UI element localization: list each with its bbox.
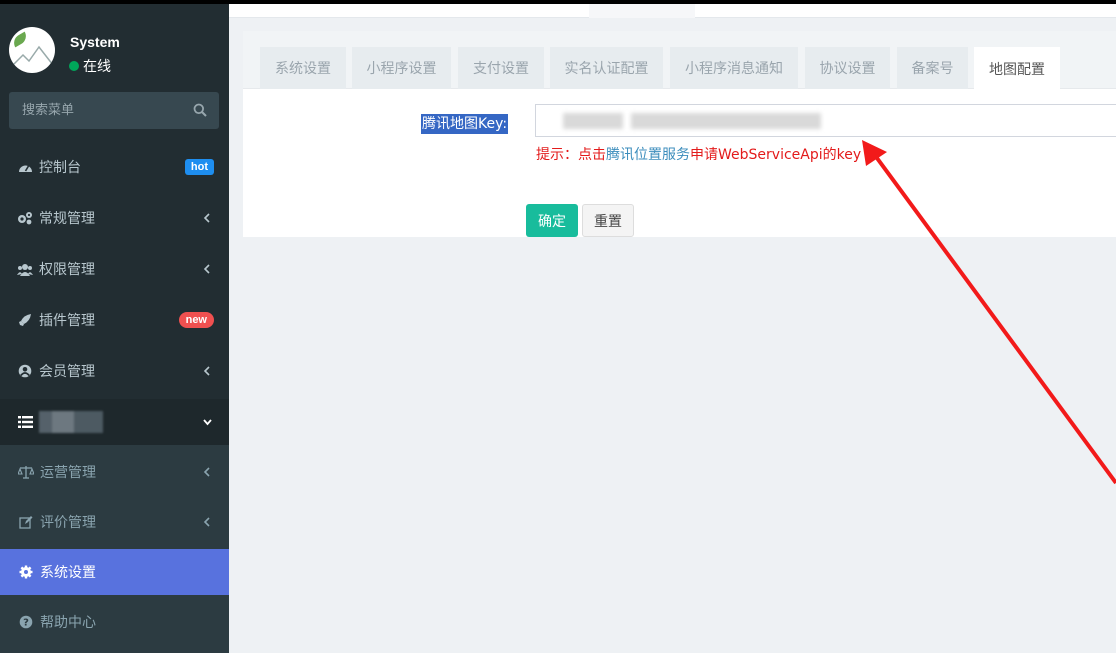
top-border bbox=[0, 0, 1116, 4]
dashboard-icon bbox=[17, 159, 33, 175]
hint-suffix: 申请WebServiceApi的key bbox=[690, 147, 862, 163]
sidebar-item-label: 常规管理 bbox=[39, 211, 95, 227]
hint-prefix: 提示：点击 bbox=[536, 147, 606, 163]
chevron-down-icon bbox=[203, 419, 212, 426]
sidebar-item-members[interactable]: 会员管理 bbox=[0, 348, 229, 394]
tab-system-settings[interactable]: 系统设置 bbox=[260, 47, 346, 89]
obscured-key-value bbox=[631, 113, 821, 129]
list-icon bbox=[17, 414, 33, 430]
online-dot-icon bbox=[69, 61, 79, 71]
hot-badge: hot bbox=[184, 159, 214, 175]
sidebar-subitem-label: 评价管理 bbox=[40, 515, 96, 531]
user-panel: System 在线 bbox=[0, 4, 229, 84]
sidebar-subitem-operations[interactable]: 运营管理 bbox=[0, 449, 229, 495]
group-icon bbox=[17, 261, 33, 277]
sidebar-subitem-system-settings[interactable]: 系统设置 bbox=[0, 549, 229, 595]
gear-icon bbox=[18, 564, 34, 580]
tab-map-config[interactable]: 地图配置 bbox=[974, 47, 1060, 90]
sidebar-item-permissions[interactable]: 权限管理 bbox=[0, 246, 229, 292]
obscured-group-label bbox=[39, 411, 103, 433]
rocket-icon bbox=[17, 312, 33, 328]
sidebar-item-label: 会员管理 bbox=[39, 364, 95, 380]
search-icon[interactable] bbox=[193, 103, 207, 117]
header-tab-area bbox=[589, 4, 695, 18]
settings-tabs: 系统设置 小程序设置 支付设置 实名认证配置 小程序消息通知 协议设置 备案号 … bbox=[243, 31, 1116, 90]
tab-message-notify[interactable]: 小程序消息通知 bbox=[670, 47, 798, 89]
chevron-left-icon bbox=[203, 517, 210, 527]
edit-icon bbox=[18, 514, 34, 530]
sidebar-item-label: 插件管理 bbox=[39, 313, 95, 329]
chevron-left-icon bbox=[203, 366, 210, 376]
tab-icp-number[interactable]: 备案号 bbox=[897, 47, 968, 89]
sidebar-item-plugins[interactable]: 插件管理 new bbox=[0, 297, 229, 343]
sidebar-item-dashboard[interactable]: 控制台 hot bbox=[0, 144, 229, 190]
user-status-text: 在线 bbox=[83, 59, 111, 75]
tab-miniprogram-settings[interactable]: 小程序设置 bbox=[352, 47, 451, 89]
chevron-left-icon bbox=[203, 213, 210, 223]
balance-scale-icon bbox=[18, 464, 34, 480]
user-circle-icon bbox=[17, 363, 33, 379]
question-circle-icon: ? bbox=[18, 614, 34, 630]
tab-payment-settings[interactable]: 支付设置 bbox=[458, 47, 544, 89]
reset-button[interactable]: 重置 bbox=[582, 204, 634, 237]
svg-text:?: ? bbox=[23, 618, 29, 629]
settings-panel: 系统设置 小程序设置 支付设置 实名认证配置 小程序消息通知 协议设置 备案号 … bbox=[243, 31, 1116, 237]
sidebar-item-label: 控制台 bbox=[39, 160, 81, 176]
chevron-left-icon bbox=[203, 467, 210, 477]
top-header bbox=[229, 4, 1116, 18]
obscured-key-value bbox=[563, 113, 623, 129]
sidebar-search bbox=[9, 92, 219, 129]
tencent-lbs-link[interactable]: 腾讯位置服务 bbox=[606, 147, 690, 163]
avatar-broken-image-icon bbox=[10, 45, 54, 68]
sidebar-item-label: 权限管理 bbox=[39, 262, 95, 278]
sidebar-subitem-label: 运营管理 bbox=[40, 465, 96, 481]
sidebar-item-general[interactable]: 常规管理 bbox=[0, 195, 229, 241]
user-status: 在线 bbox=[69, 56, 111, 76]
tab-agreement-settings[interactable]: 协议设置 bbox=[805, 47, 890, 89]
sidebar-subitem-help[interactable]: ? 帮助中心 bbox=[0, 599, 229, 645]
sidebar-subitem-label: 系统设置 bbox=[40, 565, 96, 581]
sidebar-item-group-expanded[interactable] bbox=[0, 399, 229, 445]
sidebar-subitem-reviews[interactable]: 评价管理 bbox=[0, 499, 229, 545]
map-key-hint: 提示：点击腾讯位置服务申请WebServiceApi的key bbox=[536, 144, 861, 164]
chevron-left-icon bbox=[203, 264, 210, 274]
user-name: System bbox=[70, 34, 120, 50]
confirm-button[interactable]: 确定 bbox=[526, 204, 578, 237]
new-badge: new bbox=[178, 312, 214, 328]
search-input[interactable] bbox=[9, 92, 189, 129]
tab-realname-config[interactable]: 实名认证配置 bbox=[550, 47, 663, 89]
map-key-label: 腾讯地图Key: bbox=[421, 114, 509, 134]
sidebar-subitem-label: 帮助中心 bbox=[40, 615, 96, 631]
cogs-icon bbox=[17, 210, 33, 226]
sidebar: System 在线 控制台 hot 常规管理 权限管理 bbox=[0, 0, 229, 653]
map-key-input[interactable] bbox=[535, 104, 1116, 137]
avatar[interactable] bbox=[9, 27, 55, 73]
